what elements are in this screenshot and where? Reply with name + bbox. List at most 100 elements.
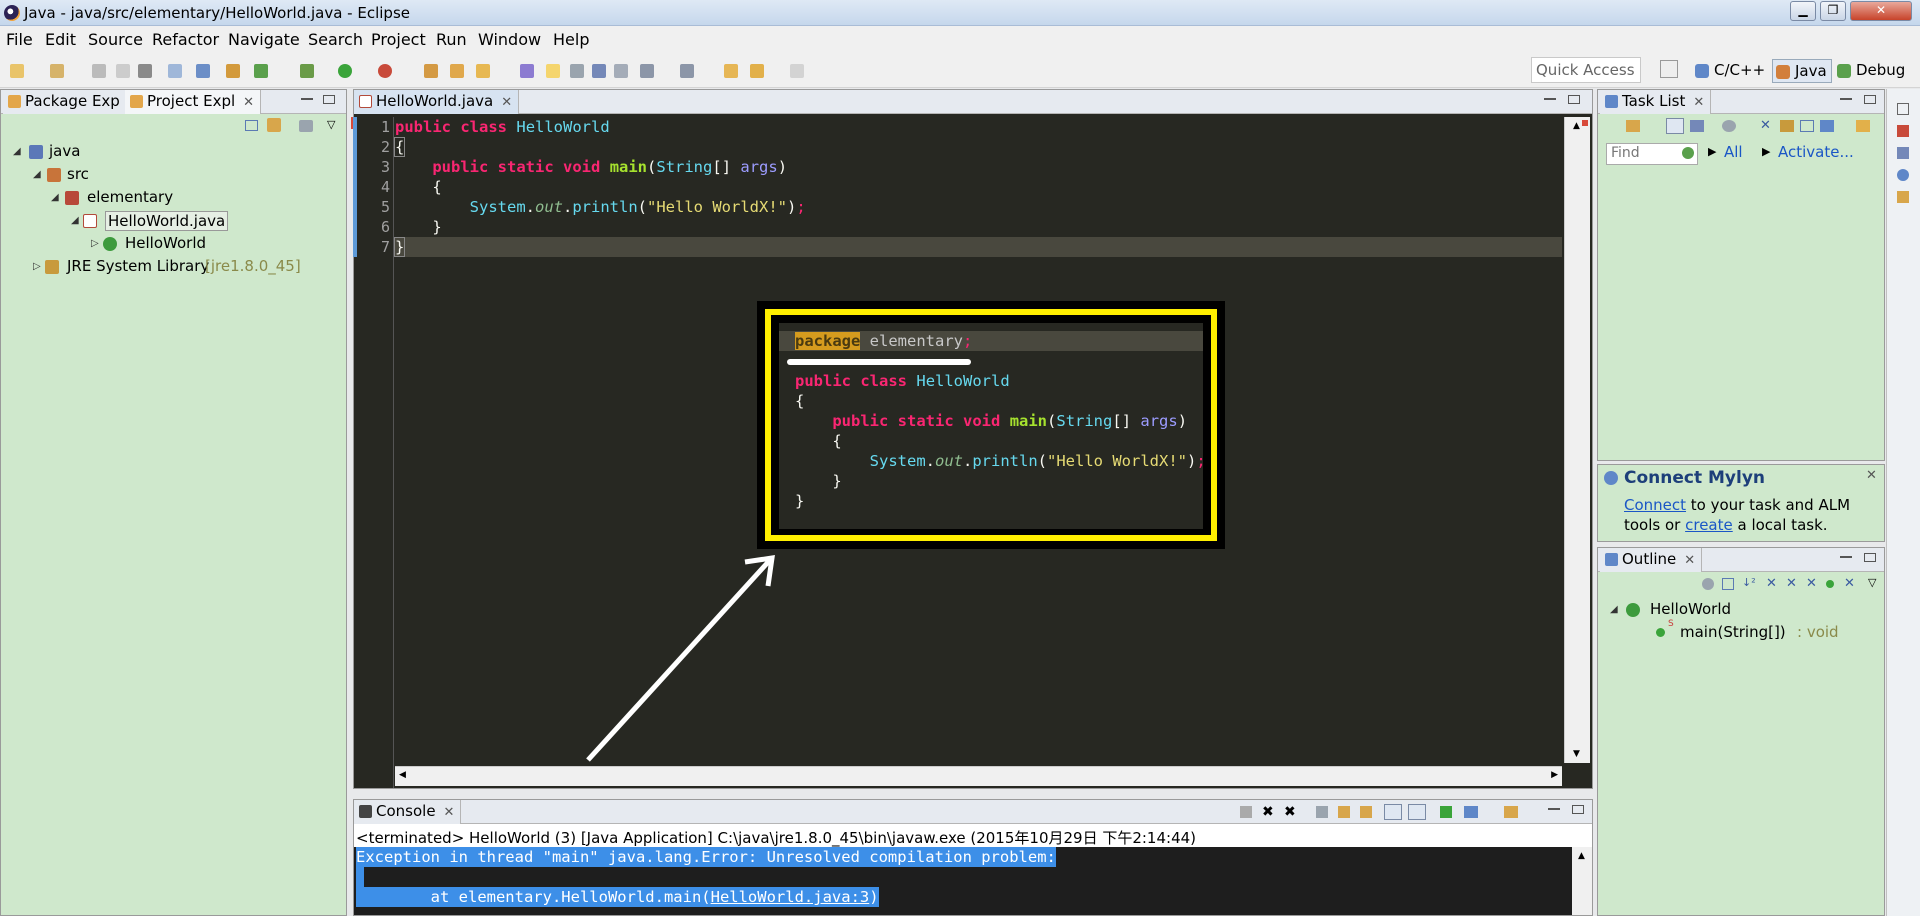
- search-icon[interactable]: [520, 64, 534, 78]
- minimize-view-icon[interactable]: [1840, 556, 1852, 558]
- close-tab-icon[interactable]: ✕: [501, 95, 512, 110]
- tab-task-list[interactable]: Task List ✕: [1600, 90, 1712, 114]
- print-icon[interactable]: [138, 64, 152, 78]
- perspective-debug[interactable]: Debug: [1834, 59, 1909, 83]
- menu-edit[interactable]: Edit: [45, 30, 76, 49]
- maximize-view-icon[interactable]: [1572, 805, 1584, 814]
- minimize-button[interactable]: ▁: [1790, 1, 1816, 21]
- vertical-scrollbar[interactable]: ▲ ▼: [1564, 117, 1590, 763]
- expanded-arrow-icon[interactable]: ◢: [1610, 604, 1618, 615]
- next-annotation-icon[interactable]: [640, 64, 654, 78]
- close-button[interactable]: ✕: [1850, 1, 1912, 21]
- perspective-cpp[interactable]: C/C++: [1692, 59, 1769, 83]
- close-tab-icon[interactable]: ✕: [243, 95, 254, 110]
- external-tools-icon[interactable]: [378, 64, 392, 78]
- outline-item-method[interactable]: Smain(String[]) : void: [1656, 619, 1876, 643]
- tree-item-project[interactable]: ◢ java: [13, 142, 313, 162]
- sort-icon[interactable]: ↓²: [1742, 576, 1756, 589]
- terminate-icon[interactable]: [1240, 806, 1252, 818]
- scroll-up-icon[interactable]: ▲: [1573, 121, 1580, 131]
- expanded-arrow-icon[interactable]: ◢: [13, 146, 21, 157]
- open-console-icon[interactable]: [1504, 806, 1518, 818]
- scroll-left-icon[interactable]: ◀: [399, 770, 406, 780]
- show-on-error-icon[interactable]: [1408, 804, 1426, 820]
- toggle-icon[interactable]: [196, 64, 210, 78]
- word-wrap-icon[interactable]: [614, 64, 628, 78]
- open-type-icon[interactable]: [450, 64, 464, 78]
- minimize-view-icon[interactable]: [1840, 98, 1852, 100]
- close-mylyn-icon[interactable]: ✕: [1866, 468, 1877, 483]
- create-link[interactable]: create: [1685, 516, 1733, 534]
- mark-occurrences-icon[interactable]: [546, 64, 560, 78]
- tree-item-file[interactable]: ◢ HelloWorld.java: [71, 211, 321, 231]
- debug-icon[interactable]: [300, 64, 314, 78]
- tab-outline[interactable]: Outline ✕: [1600, 548, 1703, 572]
- tab-package-explorer[interactable]: Package Exp: [3, 90, 127, 114]
- activate-task-link[interactable]: Activate...: [1778, 143, 1854, 161]
- all-categories-link[interactable]: All: [1724, 143, 1743, 161]
- menu-window[interactable]: Window: [478, 30, 541, 49]
- forward-icon[interactable]: [790, 64, 804, 78]
- minimize-view-icon[interactable]: [301, 98, 313, 100]
- menu-refactor[interactable]: Refactor: [152, 30, 219, 49]
- pin-console-icon[interactable]: [1440, 806, 1452, 818]
- open-perspective-icon[interactable]: [1660, 60, 1678, 78]
- collapsed-arrow-icon[interactable]: ▷: [91, 238, 99, 249]
- error-overview-icon[interactable]: [1582, 120, 1588, 126]
- new-icon[interactable]: [10, 64, 24, 78]
- open-folder-icon[interactable]: [424, 64, 438, 78]
- hide-completed-icon[interactable]: ✕: [1760, 118, 1771, 133]
- problems-icon[interactable]: [1897, 125, 1909, 137]
- show-whitespace-icon[interactable]: [570, 64, 584, 78]
- last-edit-icon[interactable]: [724, 64, 738, 78]
- remove-all-icon[interactable]: ✖: [1284, 804, 1296, 820]
- bookmarks-icon[interactable]: [1897, 191, 1909, 203]
- collapse-all-icon[interactable]: [245, 120, 258, 131]
- perspective-java[interactable]: Java: [1772, 59, 1832, 83]
- prev-annotation-icon[interactable]: [680, 64, 694, 78]
- show-on-output-icon[interactable]: [1384, 804, 1402, 820]
- remove-launch-icon[interactable]: ✖: [1262, 804, 1274, 820]
- hide-fields-icon[interactable]: ✕: [1766, 576, 1777, 591]
- view-dropdown-icon[interactable]: ▽: [327, 118, 335, 131]
- collapse-all-icon[interactable]: [1722, 578, 1734, 590]
- restore-icon[interactable]: [1897, 103, 1909, 115]
- menu-file[interactable]: File: [6, 30, 33, 49]
- menu-project[interactable]: Project: [371, 30, 426, 49]
- view-menu-icon[interactable]: [299, 120, 313, 132]
- tab-project-explorer[interactable]: Project Expl ✕: [125, 90, 262, 114]
- scroll-up-icon[interactable]: ▲: [1578, 851, 1585, 861]
- console-output[interactable]: Exception in thread "main" java.lang.Err…: [354, 847, 1572, 915]
- maximize-view-icon[interactable]: [1864, 553, 1876, 562]
- run-icon[interactable]: [338, 64, 352, 78]
- declaration-icon[interactable]: [1897, 169, 1909, 181]
- expand-all-icon[interactable]: [1820, 120, 1834, 132]
- javadoc-icon[interactable]: [1897, 147, 1909, 159]
- quick-access-input[interactable]: Quick Access: [1531, 57, 1641, 83]
- new-project-icon[interactable]: [50, 64, 64, 78]
- tree-item-src[interactable]: ◢ src: [33, 165, 333, 185]
- search-icon[interactable]: [1682, 147, 1694, 159]
- scroll-down-icon[interactable]: ▼: [1573, 749, 1580, 759]
- close-tab-icon[interactable]: ✕: [1684, 553, 1695, 568]
- close-tab-icon[interactable]: ✕: [444, 805, 455, 820]
- expanded-arrow-icon[interactable]: ◢: [51, 192, 59, 203]
- focus-icon[interactable]: [1702, 578, 1714, 590]
- refresh-icon[interactable]: [254, 64, 268, 78]
- connect-link[interactable]: Connect: [1624, 496, 1686, 514]
- close-tab-icon[interactable]: ✕: [1693, 95, 1704, 110]
- open-task-icon[interactable]: [476, 64, 490, 78]
- maximize-view-icon[interactable]: [1864, 95, 1876, 104]
- maximize-view-icon[interactable]: [323, 95, 335, 104]
- tree-item-jre[interactable]: ▷ JRE System Library [jre1.8.0_45]: [33, 257, 333, 277]
- back-icon[interactable]: [750, 64, 764, 78]
- categorized-icon[interactable]: [1666, 118, 1684, 134]
- collapsed-arrow-icon[interactable]: ▷: [33, 261, 41, 272]
- expanded-arrow-icon[interactable]: ◢: [33, 169, 41, 180]
- minimize-view-icon[interactable]: [1544, 98, 1556, 100]
- outline-item-class[interactable]: ◢ HelloWorld: [1610, 600, 1870, 620]
- stacktrace-link[interactable]: HelloWorld.java:3: [711, 888, 870, 906]
- block-selection-icon[interactable]: [592, 64, 606, 78]
- hide-nonpublic-icon[interactable]: ✕: [1806, 576, 1817, 591]
- menu-source[interactable]: Source: [88, 30, 143, 49]
